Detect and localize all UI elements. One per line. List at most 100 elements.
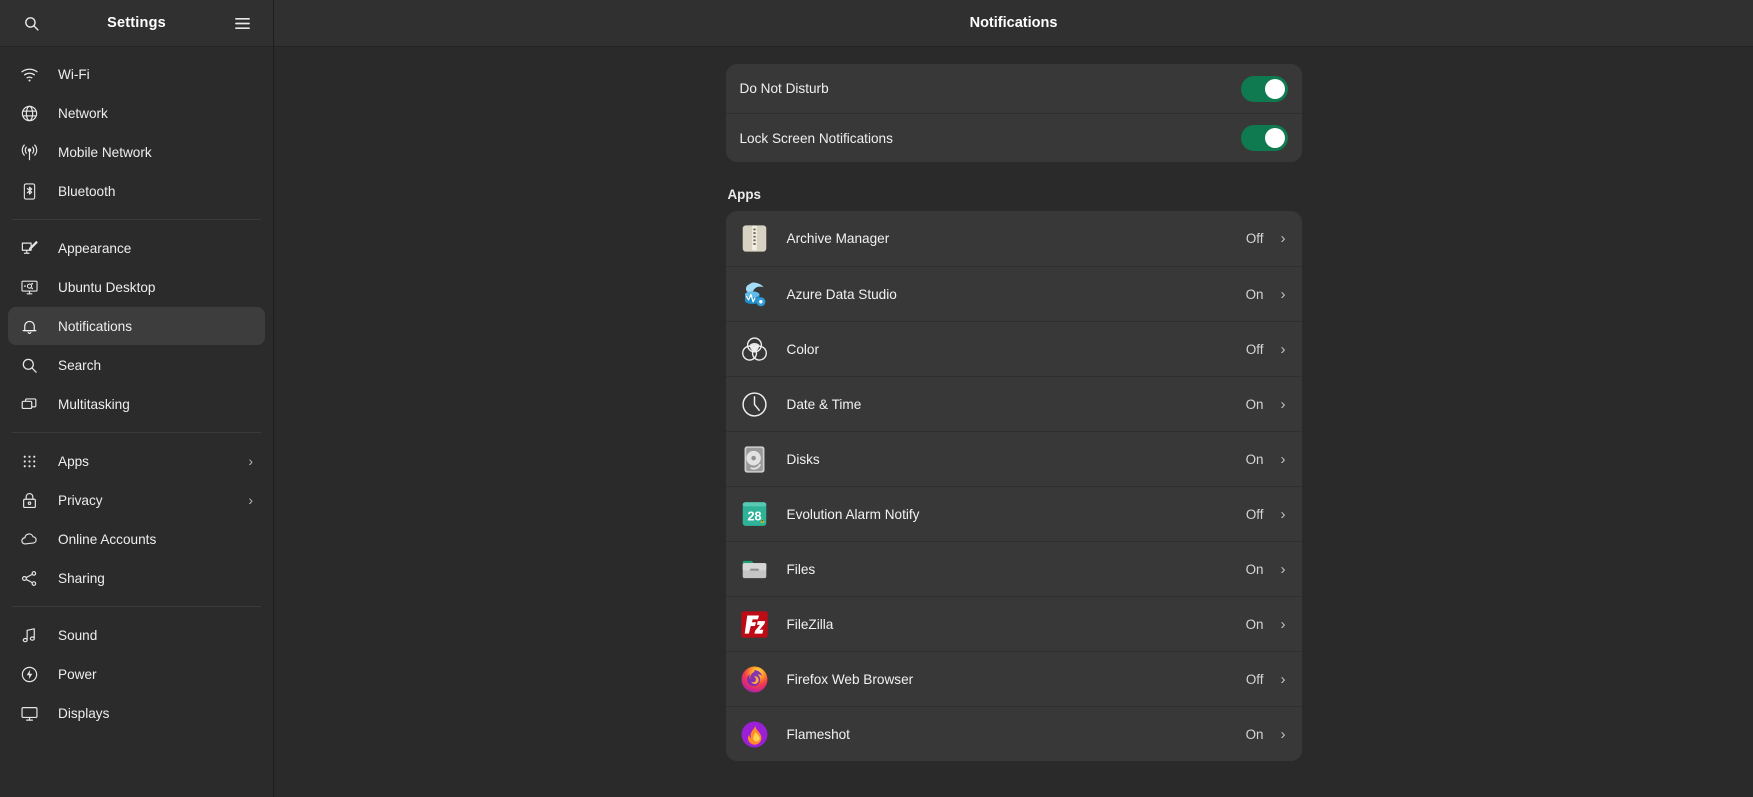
sound-note-icon — [20, 626, 39, 645]
sidebar-item-power[interactable]: Power — [8, 655, 265, 693]
sidebar-item-label: Privacy — [58, 492, 103, 508]
sidebar-item-appearance[interactable]: Appearance — [8, 229, 265, 267]
sidebar-item-bluetooth[interactable]: Bluetooth — [8, 172, 265, 210]
chevron-right-icon: › — [1280, 285, 1286, 303]
row-do-not-disturb[interactable]: Do Not Disturb — [726, 64, 1302, 113]
sidebar-item-label: Multitasking — [58, 396, 130, 412]
app-state: Off — [1245, 506, 1264, 522]
do-not-disturb-toggle[interactable] — [1240, 75, 1288, 102]
sidebar-item-label: Sound — [58, 627, 98, 643]
power-icon — [20, 665, 39, 684]
sidebar-item-label: Network — [58, 105, 108, 121]
main-panel: Notifications Do Not Disturb Lock Screen… — [274, 0, 1753, 797]
app-state: On — [1245, 451, 1264, 467]
sidebar-divider — [12, 606, 261, 607]
sidebar-divider — [12, 219, 261, 220]
sidebar-item-label: Appearance — [58, 240, 132, 256]
display-icon — [20, 704, 39, 723]
sidebar-item-displays[interactable]: Displays — [8, 694, 265, 732]
switch-label: Lock Screen Notifications — [739, 130, 893, 146]
lock-screen-notifications-toggle[interactable] — [1240, 125, 1288, 151]
sidebar-header: Settings — [0, 0, 273, 47]
nav-group-system: Apps › Privacy › Online Accounts Sharing — [8, 442, 265, 597]
sidebar-item-multitasking[interactable]: Multitasking — [8, 385, 265, 423]
app-row-archive-manager[interactable]: Archive Manager Off › — [726, 211, 1302, 266]
app-row-flameshot[interactable]: Flameshot On › — [725, 706, 1302, 761]
sidebar-item-search[interactable]: Search — [8, 346, 265, 384]
app-state: On — [1245, 286, 1264, 302]
firefox-icon — [739, 664, 770, 695]
sidebar-item-label: Sharing — [58, 570, 105, 586]
app-row-firefox-web-browser[interactable]: Firefox Web Browser Off › — [725, 651, 1302, 706]
app-state: Off — [1245, 671, 1264, 687]
disks-icon — [739, 444, 770, 475]
search-icon[interactable] — [14, 6, 48, 40]
row-lock-screen-notifications[interactable]: Lock Screen Notifications — [725, 113, 1302, 162]
app-state: Off — [1245, 231, 1264, 246]
app-state: On — [1245, 726, 1264, 742]
app-row-azure-data-studio[interactable]: Azure Data Studio On › — [725, 266, 1302, 321]
chevron-right-icon: › — [1280, 340, 1286, 358]
sidebar-item-sharing[interactable]: Sharing — [8, 559, 265, 597]
date-time-clock-icon — [739, 389, 770, 420]
bell-icon — [20, 317, 39, 336]
sidebar-item-sound[interactable]: Sound — [8, 616, 265, 654]
app-name: Firefox Web Browser — [786, 671, 914, 687]
files-folder-icon — [739, 554, 770, 585]
sidebar-item-notifications[interactable]: Notifications — [8, 307, 265, 345]
evolution-badge-number: 28 — [747, 509, 761, 523]
sidebar-item-label: Apps — [58, 453, 89, 469]
azure-data-studio-icon — [739, 279, 770, 310]
app-name: FileZilla — [786, 616, 834, 632]
sidebar-item-label: Wi-Fi — [58, 66, 90, 82]
ubuntu-desktop-icon — [20, 278, 39, 297]
sidebar-item-apps[interactable]: Apps › — [8, 442, 265, 480]
search-icon — [20, 356, 39, 375]
archive-manager-icon — [739, 223, 770, 254]
app-row-color[interactable]: Color Off › — [725, 321, 1302, 376]
share-icon — [20, 569, 39, 588]
hamburger-menu-icon[interactable] — [225, 6, 259, 40]
sidebar-item-privacy[interactable]: Privacy › — [8, 481, 265, 519]
app-row-filezilla[interactable]: FileZilla On › — [725, 596, 1302, 651]
chevron-right-icon: › — [1280, 560, 1286, 578]
main-scroll-area[interactable]: Do Not Disturb Lock Screen Notifications… — [274, 47, 1753, 797]
chevron-right-icon: › — [248, 492, 253, 508]
nav-group-hardware: Sound Power Displays — [8, 616, 265, 732]
sidebar-item-network[interactable]: Network — [8, 94, 265, 132]
appearance-icon — [20, 239, 39, 258]
toggle-knob — [1264, 128, 1285, 148]
app-name: Azure Data Studio — [786, 286, 897, 302]
app-row-evolution-alarm-notify[interactable]: 28 Evolution Alarm Notify Off › — [725, 486, 1302, 541]
sidebar-item-label: Ubuntu Desktop — [58, 279, 156, 295]
switch-label: Do Not Disturb — [739, 81, 829, 96]
sidebar-item-label: Notifications — [58, 318, 133, 334]
app-state: On — [1245, 396, 1264, 412]
toggle-knob — [1264, 78, 1285, 99]
apps-grid-icon — [20, 452, 39, 471]
sidebar-nav-list[interactable]: Wi-Fi Network Mobile Network Bluetooth A… — [0, 47, 273, 797]
filezilla-icon — [739, 609, 770, 640]
chevron-right-icon: › — [1280, 450, 1286, 468]
chevron-right-icon: › — [1280, 395, 1286, 413]
chevron-right-icon: › — [1280, 725, 1286, 743]
sidebar-item-wi-fi[interactable]: Wi-Fi — [8, 55, 265, 93]
sidebar-item-online-accounts[interactable]: Online Accounts — [8, 520, 265, 558]
sidebar-item-label: Power — [58, 666, 97, 682]
app-name: Date & Time — [786, 396, 862, 412]
color-icon — [739, 334, 770, 365]
sidebar-item-mobile-network[interactable]: Mobile Network — [8, 133, 265, 171]
sidebar-item-label: Bluetooth — [58, 183, 116, 199]
chevron-right-icon: › — [1280, 615, 1286, 633]
app-row-files[interactable]: Files On › — [725, 541, 1302, 596]
app-name: Archive Manager — [786, 231, 890, 246]
app-name: Files — [786, 561, 816, 577]
app-state: On — [1245, 616, 1264, 632]
sidebar-divider — [12, 432, 261, 433]
main-header: Notifications — [274, 0, 1753, 47]
evolution-alarm-notify-icon: 28 — [739, 499, 770, 530]
global-settings-card: Do Not Disturb Lock Screen Notifications — [725, 64, 1302, 162]
app-row-date-time[interactable]: Date & Time On › — [725, 376, 1302, 431]
app-row-disks[interactable]: Disks On › — [725, 431, 1302, 486]
sidebar-item-ubuntu-desktop[interactable]: Ubuntu Desktop — [8, 268, 265, 306]
